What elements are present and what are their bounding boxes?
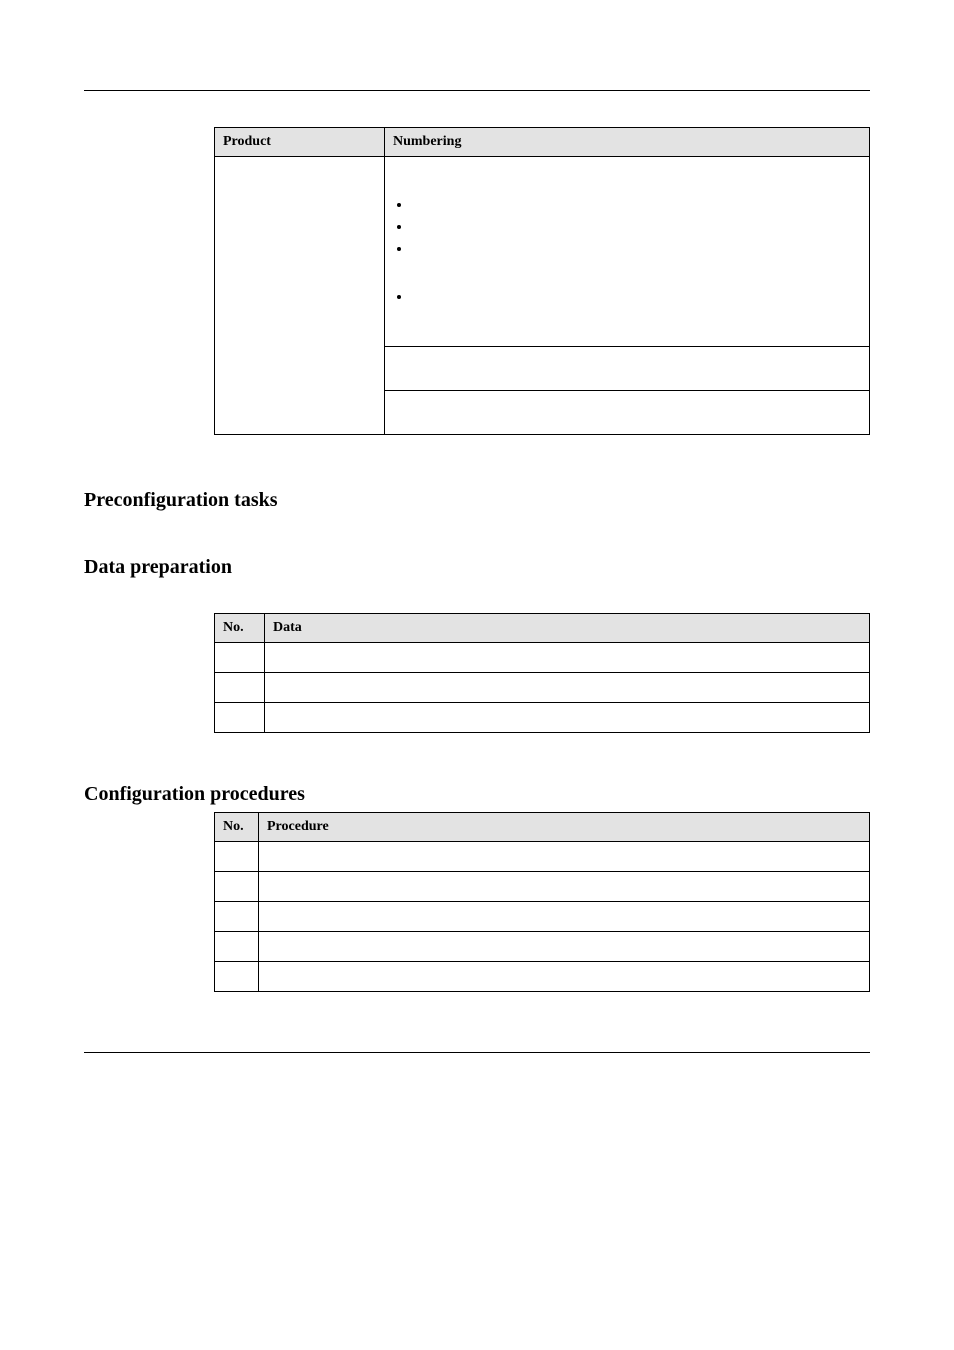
no-cell (215, 842, 259, 872)
table-row (215, 703, 870, 733)
table-row (215, 842, 870, 872)
table-header-row: Product Numbering (215, 128, 870, 157)
procedure-cell (259, 842, 870, 872)
product-cell (215, 391, 385, 435)
no-header: No. (215, 813, 259, 842)
data-table: No. Data (214, 613, 870, 733)
procedure-header: Procedure (259, 813, 870, 842)
table-row (215, 962, 870, 992)
bullet-item (411, 219, 861, 241)
no-cell (215, 643, 265, 673)
numbering-cell (385, 157, 870, 347)
table-row (215, 932, 870, 962)
page-container: Product Numbering (0, 0, 954, 1113)
product-table-wrap: Product Numbering (214, 127, 870, 435)
bullet-item (411, 197, 861, 219)
section-heading-preconfig: Preconfiguration tasks (84, 489, 870, 512)
table-row (215, 157, 870, 347)
data-cell (265, 643, 870, 673)
numbering-header: Numbering (385, 128, 870, 157)
data-header: Data (265, 614, 870, 643)
table-row (215, 673, 870, 703)
procedure-cell (259, 932, 870, 962)
data-cell (265, 673, 870, 703)
bullet-list (393, 197, 861, 263)
section-heading-config-proc: Configuration procedures (84, 783, 870, 806)
numbering-cell (385, 391, 870, 435)
product-header: Product (215, 128, 385, 157)
bullet-list (393, 289, 861, 305)
no-cell (215, 872, 259, 902)
table-row (215, 347, 870, 391)
table-row (215, 902, 870, 932)
data-cell (265, 703, 870, 733)
procedure-cell (259, 872, 870, 902)
section-heading-data-prep: Data preparation (84, 556, 870, 579)
procedure-cell (259, 902, 870, 932)
bullet-item (411, 241, 861, 263)
procedure-table: No. Procedure (214, 812, 870, 992)
bullet-item (411, 289, 861, 305)
proc-table-wrap: No. Procedure (214, 812, 870, 992)
table-row (215, 391, 870, 435)
no-cell (215, 703, 265, 733)
table-row (215, 643, 870, 673)
no-header: No. (215, 614, 265, 643)
numbering-cell (385, 347, 870, 391)
table-row (215, 872, 870, 902)
procedure-cell (259, 962, 870, 992)
table-header-row: No. Data (215, 614, 870, 643)
data-table-wrap: No. Data (214, 613, 870, 733)
footer-rule (84, 1052, 870, 1053)
no-cell (215, 932, 259, 962)
header-rule (84, 90, 870, 91)
product-cell (215, 347, 385, 391)
no-cell (215, 962, 259, 992)
product-table: Product Numbering (214, 127, 870, 435)
no-cell (215, 673, 265, 703)
product-cell (215, 157, 385, 347)
no-cell (215, 902, 259, 932)
table-header-row: No. Procedure (215, 813, 870, 842)
